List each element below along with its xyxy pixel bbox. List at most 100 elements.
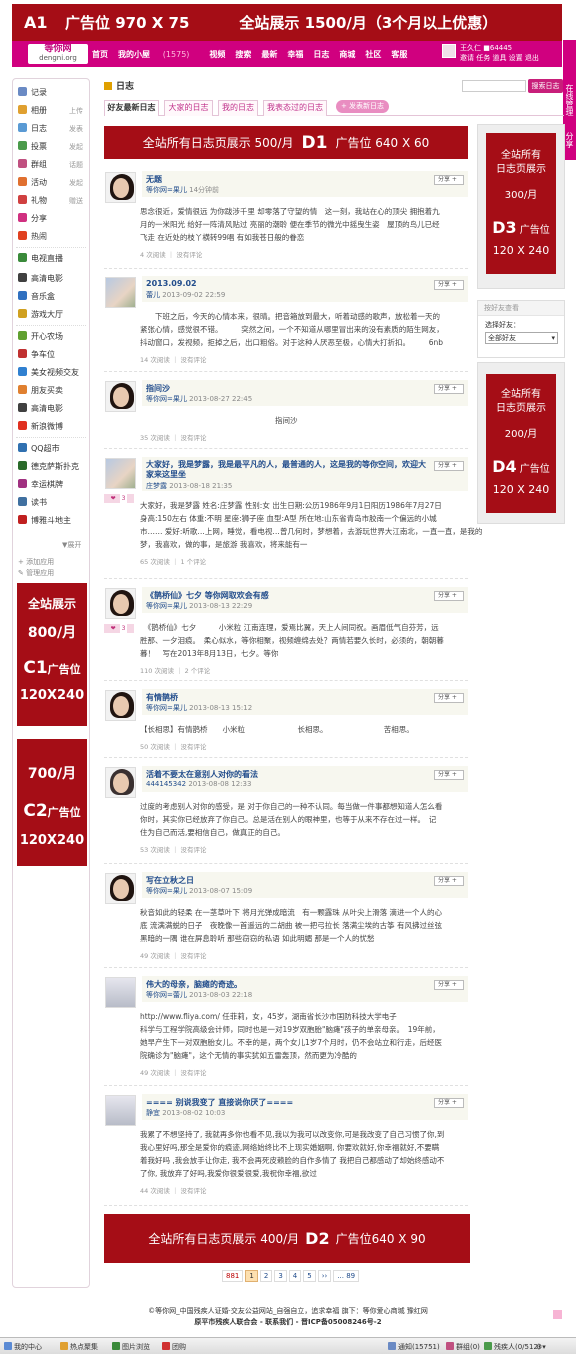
user-avatar[interactable]: [442, 44, 456, 58]
sidebar-item[interactable]: 热闹: [18, 230, 88, 244]
author-avatar[interactable]: [105, 172, 136, 203]
sidebar-item[interactable]: 新浪微博: [18, 420, 88, 434]
post-author[interactable]: 静宜: [146, 1109, 160, 1117]
share-button[interactable]: 分享 +: [434, 280, 464, 290]
sidebar-item-action[interactable]: 话题: [69, 158, 83, 172]
sidebar-item[interactable]: 游戏大厅: [18, 308, 88, 322]
gear-icon[interactable]: ⚙▾: [536, 1342, 546, 1352]
nav-my-house[interactable]: 我的小屋 (1575): [118, 49, 199, 60]
sidebar-item[interactable]: 分享: [18, 212, 88, 226]
post-author[interactable]: 等你网=蕾儿: [146, 991, 187, 999]
nav-latest[interactable]: 最新: [261, 49, 277, 60]
author-avatar[interactable]: [105, 1095, 136, 1126]
taskbar-notice[interactable]: 通知(15751): [388, 1342, 440, 1352]
sidebar-item-action[interactable]: 发表: [69, 122, 83, 136]
taskbar-pictures[interactable]: 图片浏览: [112, 1342, 150, 1352]
sidebar-item[interactable]: 朋友买卖: [18, 384, 88, 398]
page-5[interactable]: 5: [303, 1270, 316, 1282]
post-author[interactable]: 等你网=果儿: [146, 704, 187, 712]
nav-video[interactable]: 视频: [209, 49, 225, 60]
sidebar-item[interactable]: 投票 发起: [18, 140, 88, 154]
search-blog-button[interactable]: 搜索日志: [528, 79, 563, 93]
post-stats[interactable]: 65 次阅读 ｜ 1 个评论: [140, 556, 206, 566]
d4-ad[interactable]: 全站所有 日志页展示 200/月 D4 广告位 120 X 240: [486, 374, 556, 513]
sidebar-item[interactable]: 美女视频交友: [18, 366, 88, 380]
sidebar-item[interactable]: 活动 发起: [18, 176, 88, 190]
page-3[interactable]: 3: [274, 1270, 287, 1282]
post-title[interactable]: 有情鹊桥: [146, 692, 178, 703]
author-avatar[interactable]: [105, 588, 136, 619]
sidebar-item[interactable]: 读书: [18, 496, 88, 510]
author-avatar[interactable]: [105, 767, 136, 798]
post-author[interactable]: 庄梦露: [146, 482, 167, 490]
nav-home[interactable]: 首页: [92, 49, 108, 60]
post-stats[interactable]: 110 次阅读 ｜ 2 个评论: [140, 665, 210, 675]
c2-ad[interactable]: 700/月 C2广告位 120X240: [17, 739, 87, 866]
c1-ad[interactable]: 全站展示 800/月 C1广告位 120X240: [17, 583, 87, 726]
post-author[interactable]: 等你网=果儿: [146, 602, 187, 610]
share-button[interactable]: 分享 +: [434, 980, 464, 990]
post-stats[interactable]: 14 次阅读 ｜ 没有评论: [140, 354, 206, 364]
author-avatar[interactable]: [105, 381, 136, 412]
tab-everyone[interactable]: 大家的日志: [164, 100, 213, 116]
sidebar-item[interactable]: 记录: [18, 86, 88, 100]
post-stats[interactable]: 50 次阅读 ｜ 没有评论: [140, 741, 206, 751]
share-button[interactable]: 分享 +: [434, 876, 464, 886]
page-4[interactable]: 4: [288, 1270, 302, 1282]
share-button[interactable]: 分享 +: [434, 1098, 464, 1108]
taskbar-groups[interactable]: 群组(0): [446, 1342, 480, 1352]
author-avatar[interactable]: [105, 458, 136, 489]
reaction-badge[interactable]: ❤ 3: [104, 624, 134, 633]
tab-friends-latest[interactable]: 好友最新日志: [104, 100, 159, 116]
post-author[interactable]: 等你网=果儿: [146, 395, 187, 403]
sidebar-item[interactable]: 礼物 赠送: [18, 194, 88, 208]
sidebar-item[interactable]: 相册 上传: [18, 104, 88, 118]
sidebar-item-action[interactable]: 赠送: [69, 194, 83, 208]
taskbar-my-center[interactable]: 我的中心: [4, 1342, 42, 1352]
post-title[interactable]: 活着不要太在意别人对你的看法: [146, 769, 258, 780]
post-author[interactable]: 444145342: [146, 780, 186, 788]
taskbar-members[interactable]: 残疾人(0/512): [484, 1342, 541, 1352]
reaction-badge[interactable]: ❤ 3: [104, 494, 134, 503]
post-author[interactable]: 等你网=果儿: [146, 887, 187, 895]
sidebar-item[interactable]: 开心农场: [18, 330, 88, 344]
post-title[interactable]: 《鹊桥仙》七夕 等你网取欢会有感: [146, 590, 269, 601]
tool-icon[interactable]: [553, 1310, 562, 1319]
share-button[interactable]: 分享 +: [434, 384, 464, 394]
nav-service[interactable]: 客服: [391, 49, 407, 60]
sidebar-item[interactable]: 高清电影: [18, 402, 88, 416]
sidebar-item[interactable]: 争车位: [18, 348, 88, 362]
post-title[interactable]: 写在立秋之日: [146, 875, 194, 886]
author-avatar[interactable]: [105, 277, 136, 308]
page-2[interactable]: 2: [259, 1270, 273, 1282]
sidebar-expand[interactable]: ▼展开: [62, 540, 81, 550]
post-stats[interactable]: 49 次阅读 ｜ 没有评论: [140, 950, 206, 960]
author-avatar[interactable]: [105, 977, 136, 1008]
share-button[interactable]: 分享 +: [434, 693, 464, 703]
sidebar-item-action[interactable]: 发起: [69, 176, 83, 190]
post-stats[interactable]: 4 次阅读 ｜ 没有评论: [140, 249, 202, 259]
sidebar-item-action[interactable]: 发起: [69, 140, 83, 154]
page-last[interactable]: ... 89: [333, 1270, 360, 1282]
d3-ad[interactable]: 全站所有 日志页展示 300/月 D3 广告位 120 X 240: [486, 133, 556, 274]
share-button[interactable]: 分享 +: [434, 175, 464, 185]
post-title[interactable]: 大家好，我是梦露，我是最平凡的人，最普通的人，这是我的等你空间，欢迎大家来这里坐: [146, 460, 426, 480]
post-stats[interactable]: 53 次阅读 ｜ 没有评论: [140, 844, 206, 854]
share-button[interactable]: 分享 +: [434, 461, 464, 471]
top-banner-ad[interactable]: A1 广告位 970 X 75 全站展示 1500/月（3个月以上优惠）: [12, 4, 562, 41]
manage-app-link[interactable]: ✎ 管理应用: [18, 568, 54, 579]
d1-ad[interactable]: 全站所有日志页展示 500/月 D1 广告位 640 X 60: [104, 126, 468, 159]
post-stats[interactable]: 35 次阅读 ｜ 没有评论: [140, 432, 206, 442]
post-title[interactable]: 指间沙: [146, 383, 170, 394]
friend-select[interactable]: 全部好友 ▾: [485, 332, 558, 344]
post-title[interactable]: 无题: [146, 174, 162, 185]
post-author[interactable]: 蕾儿: [146, 291, 160, 299]
nav-mall[interactable]: 商城: [339, 49, 355, 60]
blog-search-input[interactable]: [462, 80, 526, 92]
d2-ad[interactable]: 全站所有日志页展示 400/月 D2 广告位640 X 90: [104, 1214, 470, 1263]
page-1[interactable]: 1: [245, 1270, 258, 1282]
user-links[interactable]: 邀请 任务 道具 设置 退出: [460, 54, 539, 63]
share-button[interactable]: 分享 +: [434, 770, 464, 780]
sidebar-item[interactable]: QQ超市: [18, 442, 88, 456]
post-author[interactable]: 等你网=果儿: [146, 186, 187, 194]
